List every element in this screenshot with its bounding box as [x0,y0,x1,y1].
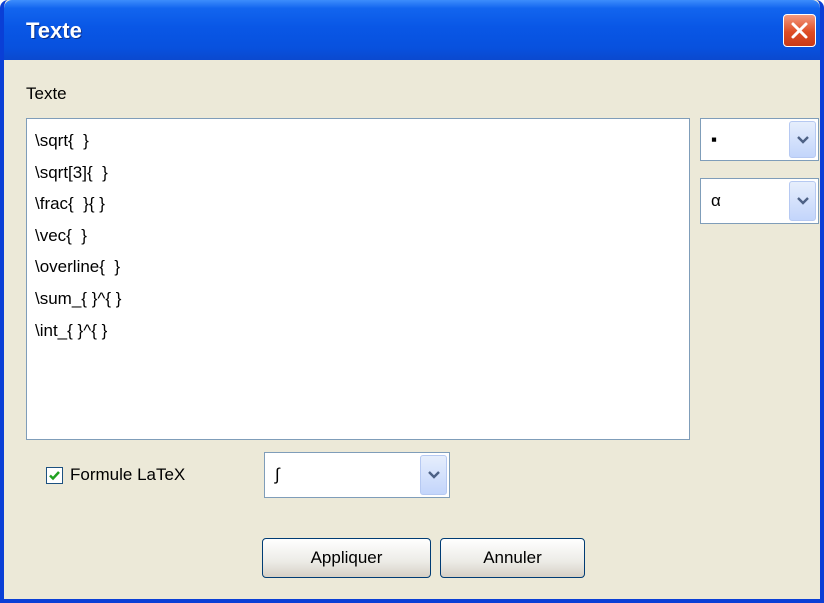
latex-symbol-combo-value: ∫ [275,465,280,484]
symbol-combo-1[interactable]: ▪ [700,118,819,161]
text-line: \vec{ } [35,225,87,245]
text-label: Texte [26,84,67,103]
close-icon [791,22,808,39]
latex-text-area[interactable]: \sqrt{ } \sqrt[3]{ } \frac{ }{ } \vec{ }… [26,118,690,440]
text-line: \sqrt[3]{ } [35,162,108,182]
symbol-combo-2-dropdown-button[interactable] [789,181,816,221]
text-line: \frac{ }{ } [35,194,105,214]
title-bar[interactable]: Texte [4,0,820,60]
text-line: \sum_{ }^{ } [35,288,122,308]
dialog-content: Texte \sqrt{ } \sqrt[3]{ } \frac{ }{ } \… [4,60,820,599]
text-line: \overline{ } [35,257,121,277]
dialog-window: Texte Texte \sqrt{ } \sqrt[3]{ } \frac{ … [0,0,824,603]
chevron-down-icon [796,135,809,144]
chevron-down-icon [796,197,809,205]
latex-checkbox-label: Formule LaTeX [70,465,186,484]
latex-formula-toggle[interactable]: Formule LaTeX [46,462,185,488]
symbol-combo-1-value: ▪ [711,129,718,149]
symbol-combo-2-value: α [711,191,721,210]
window-title: Texte [26,18,82,43]
apply-button[interactable]: Appliquer [262,538,431,578]
latex-symbol-combo-dropdown-button[interactable] [420,455,447,495]
symbol-combo-1-dropdown-button[interactable] [789,121,816,158]
text-line: \sqrt{ } [35,131,89,150]
latex-checkbox[interactable] [46,466,63,484]
text-line: \int_{ }^{ } [35,320,108,340]
close-button[interactable] [783,14,816,47]
cancel-button[interactable]: Annuler [440,538,585,578]
checkmark-icon [49,470,60,480]
symbol-combo-2[interactable]: α [700,178,819,224]
latex-symbol-combo[interactable]: ∫ [264,452,450,498]
chevron-down-icon [427,471,440,479]
